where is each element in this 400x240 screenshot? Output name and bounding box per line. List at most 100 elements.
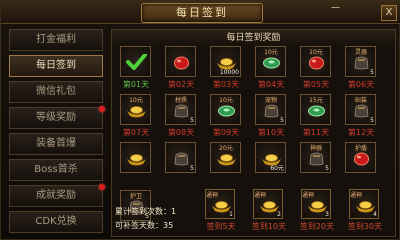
gold-ingot-icon <box>217 154 236 166</box>
sidebar-item[interactable]: 微信礼包 <box>9 81 103 103</box>
makeup-days: 可补签天数：35 <box>115 219 199 233</box>
reward-slot[interactable]: 神器 5 <box>300 142 331 173</box>
reward-panel-header: 每日签到奖励 <box>112 30 395 46</box>
reward-day-label: 第03天 <box>212 80 240 89</box>
sidebar-item[interactable]: 装备首爆 <box>9 133 103 155</box>
bonus-box[interactable]: 通神 3 签到20天 <box>297 189 337 235</box>
total-checkins-label: 累计签到次数： <box>115 207 171 216</box>
reward-cell[interactable]: 20元 <box>208 142 244 188</box>
red-gem-icon <box>309 56 324 70</box>
reward-item-label: BI装 <box>355 97 367 104</box>
bonus-box-label: 签到30天 <box>347 222 383 231</box>
top-text: 一 <box>331 4 341 14</box>
reward-quantity: 5 <box>325 165 329 172</box>
reward-slot[interactable]: 10000 <box>210 46 241 77</box>
sidebar-item[interactable]: 打金福利 <box>9 29 103 51</box>
reward-quantity: 10000 <box>219 69 239 76</box>
bonus-box-index: 2 <box>277 211 281 218</box>
reward-cell[interactable]: 神器 5 <box>298 142 334 188</box>
reward-cell[interactable]: 60元 <box>253 142 289 188</box>
makeup-days-label: 可补签天 <box>115 221 147 230</box>
reward-cell[interactable]: 第01天 <box>118 46 154 92</box>
checkin-stats: 累计签到次数：1 可补签天数：35 <box>115 205 199 237</box>
reward-slot[interactable]: 灵器 5 <box>345 46 376 77</box>
reward-cell[interactable]: 15元 第11天 <box>298 94 334 140</box>
reward-cell[interactable]: 灵器 5 第06天 <box>343 46 379 92</box>
reward-cell[interactable]: 宠物 5 第10天 <box>253 94 289 140</box>
reward-cell[interactable]: 10元第05天 <box>298 46 334 92</box>
notification-dot <box>99 184 105 190</box>
sidebar: 打金福利每日签到微信礼包等级奖励装备首爆 Boss首杀成就奖励 CDK兑换 <box>9 29 105 237</box>
reward-cell[interactable]: 10元 第04天 <box>253 46 289 92</box>
reward-slot[interactable]: 宠物 5 <box>255 94 286 125</box>
bonus-boxes: 通神 1 签到5天 通神 2 签到10天 通神 3 签到20天 通神 4 签到30天 <box>201 189 393 237</box>
reward-slot[interactable]: 10元 <box>210 94 241 125</box>
reward-slot[interactable]: 15元 <box>300 94 331 125</box>
bonus-box-label: 签到20天 <box>299 222 335 231</box>
sidebar-item[interactable]: 每日签到 <box>9 55 103 77</box>
reward-item-label: 护卫 <box>129 193 142 200</box>
reward-grid: 第01天 第02天 10000 第03天 10元 第04天 10元 第05天 灵器 5 第06天 10… <box>118 46 393 221</box>
reward-slot[interactable]: 材质 5 <box>165 94 196 125</box>
notification-dot <box>99 106 105 112</box>
reward-slot[interactable]: 5 <box>165 142 196 173</box>
sidebar-item-label: 等级奖励 <box>36 112 76 123</box>
reward-cell[interactable]: 10元 第09天 <box>208 94 244 140</box>
reward-day-label: 第06天 <box>347 80 375 89</box>
sidebar-item-label: Boss首杀 <box>34 164 78 175</box>
pouch-icon <box>174 152 189 166</box>
reward-slot[interactable]: 10元 <box>300 46 331 77</box>
pouch-icon <box>309 152 324 166</box>
bonus-box[interactable]: 通神 4 签到30天 <box>345 189 385 235</box>
reward-cell[interactable]: 材质 5 第08天 <box>163 94 199 140</box>
reward-slot[interactable]: 10元 <box>255 46 286 77</box>
reward-cell[interactable]: 10000 第03天 <box>208 46 244 92</box>
sidebar-item-label: 每日签到 <box>36 60 76 71</box>
sidebar-item-label: CDK兑换 <box>35 216 77 227</box>
bonus-box-tag: 通神 <box>302 192 315 199</box>
reward-slot[interactable] <box>165 46 196 77</box>
close-button[interactable]: X <box>381 5 397 21</box>
bonus-box-label: 签到5天 <box>206 222 236 231</box>
sidebar-item-label: 微信礼包 <box>36 86 76 97</box>
bonus-box-slot[interactable]: 通神 2 <box>253 189 283 219</box>
reward-quantity: 5 <box>370 117 374 124</box>
sidebar-item[interactable]: Boss首杀 <box>9 159 103 181</box>
sidebar-item-label: 打金福利 <box>36 34 76 45</box>
reward-slot[interactable]: 20元 <box>210 142 241 173</box>
makeup-days-value: 数：35 <box>147 221 174 230</box>
reward-slot[interactable] <box>120 46 151 77</box>
gold-ingot-icon <box>217 58 236 70</box>
bonus-box-slot[interactable]: 通神 4 <box>349 189 379 219</box>
bonus-box[interactable]: 通神 1 签到5天 <box>201 189 241 235</box>
reward-cell[interactable]: 第02天 <box>163 46 199 92</box>
check-icon <box>126 54 147 70</box>
sidebar-item[interactable]: CDK兑换 <box>9 211 103 233</box>
reward-item-label: 灵器 <box>354 49 367 56</box>
reward-slot[interactable]: 10元 <box>120 94 151 125</box>
reward-cell[interactable]: 10元 第07天 <box>118 94 154 140</box>
reward-cell[interactable]: 护盾 <box>343 142 379 188</box>
reward-day-label: 第01天 <box>122 80 150 89</box>
reward-cell[interactable]: 5 <box>163 142 199 188</box>
reward-quantity: 5 <box>280 117 284 124</box>
reward-slot[interactable]: BI装 5 <box>345 94 376 125</box>
reward-day-label: 第12天 <box>347 128 375 137</box>
reward-quantity: 5 <box>370 69 374 76</box>
reward-slot[interactable]: 护盾 <box>345 142 376 173</box>
jade-icon <box>308 105 325 117</box>
sidebar-item[interactable]: 成就奖励 <box>9 184 105 207</box>
bonus-box-slot[interactable]: 通神 3 <box>301 189 331 219</box>
reward-slot[interactable] <box>120 142 151 173</box>
bonus-box-tag: 通神 <box>254 192 267 199</box>
jade-icon <box>218 105 235 117</box>
reward-slot[interactable]: 60元 <box>255 142 286 173</box>
reward-day-label: 第05天 <box>302 80 330 89</box>
reward-item-label: 神器 <box>309 145 322 152</box>
reward-day-label: 第08天 <box>167 128 195 137</box>
reward-cell[interactable] <box>118 142 154 188</box>
bonus-box-slot[interactable]: 通神 1 <box>205 189 235 219</box>
reward-cell[interactable]: BI装 5 第12天 <box>343 94 379 140</box>
bonus-box[interactable]: 通神 2 签到10天 <box>249 189 289 235</box>
sidebar-item[interactable]: 等级奖励 <box>9 106 105 129</box>
